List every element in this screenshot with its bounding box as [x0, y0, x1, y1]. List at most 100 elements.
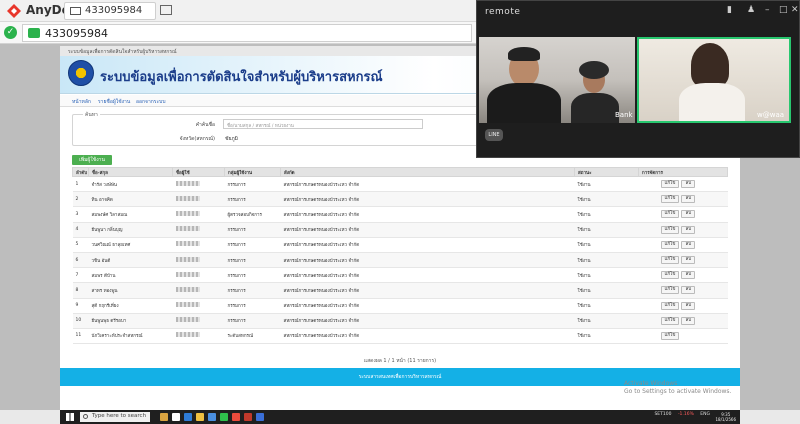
delete-button[interactable]: ลบ — [681, 301, 696, 310]
cell-no: 8 — [72, 282, 89, 299]
participant2-body — [679, 83, 745, 121]
edit-button[interactable]: แก้ไข — [660, 240, 680, 249]
nav-home[interactable]: หน้าหลัก — [72, 98, 91, 106]
redacted-username — [175, 271, 200, 277]
cell-no: 3 — [72, 206, 89, 223]
game-app-icon[interactable] — [160, 413, 168, 421]
pin-icon[interactable]: ▮ — [727, 5, 732, 15]
chrome-icon[interactable] — [232, 413, 240, 421]
edit-button[interactable]: แก้ไข — [660, 195, 680, 204]
cell-status: ใช้งาน — [574, 328, 639, 345]
verified-check-icon: ✓ — [4, 26, 17, 39]
delete-button[interactable]: ลบ — [681, 286, 696, 295]
task-view-icon[interactable] — [172, 413, 180, 421]
cell-status: ใช้งาน — [574, 267, 639, 284]
video-call-window: remote ▮ ♟ – □ ✕ Bank w@waa LINE — [476, 0, 800, 158]
cell-no: 9 — [72, 298, 89, 314]
cell-actions: แก้ไข ลบ — [638, 298, 728, 314]
edit-button[interactable]: แก้ไข — [660, 301, 680, 310]
address-input[interactable]: 433095984 — [22, 24, 472, 42]
cell-actions: แก้ไข ลบ — [638, 252, 728, 269]
edit-button[interactable]: แก้ไข — [660, 271, 680, 280]
edit-button[interactable]: แก้ไข — [660, 180, 680, 189]
taskbar-search-input[interactable]: Type here to search — [80, 412, 150, 422]
nav-users[interactable]: รายชื่อผู้ใช้งาน — [98, 98, 130, 106]
stock-change: -1.16% — [677, 412, 694, 417]
redacted-username — [175, 332, 200, 338]
monitor-icon — [70, 7, 81, 15]
edit-button[interactable]: แก้ไข — [660, 210, 680, 219]
cell-group: กรรมการ — [224, 282, 281, 299]
cell-actions: แก้ไข ลบ — [638, 191, 728, 208]
windows-start-icon[interactable] — [66, 413, 74, 421]
session-tab[interactable]: 433095984 — [64, 2, 156, 20]
cell-org: สหกรณ์การเกษตรหนองบัวระเหว จำกัด — [280, 298, 575, 314]
cell-username — [172, 206, 225, 223]
cell-username — [172, 298, 225, 314]
nav-logout[interactable]: ออกจากระบบ — [136, 98, 166, 106]
cell-group: กรรมการ — [224, 267, 281, 284]
taskbar-clock[interactable]: 9:35 18/1/2566 — [715, 412, 736, 422]
participant2-name: w@waa — [757, 111, 785, 119]
participant1-body — [487, 83, 561, 123]
cell-username — [172, 282, 225, 299]
cell-actions: แก้ไข ลบ — [638, 282, 728, 299]
cell-name: สาทร ทองพูน — [88, 282, 173, 299]
cell-status: ใช้งาน — [574, 282, 639, 299]
search-icon — [83, 414, 88, 419]
new-session-icon[interactable] — [160, 5, 172, 15]
cell-group: กรรมการ — [224, 237, 281, 253]
edit-button[interactable]: แก้ไข — [660, 256, 680, 265]
keyword-input[interactable]: ชื่อ/นามสกุล / สหกรณ์ / หน่วยงาน — [223, 119, 423, 129]
col-name: ชื่อ-สกุล — [88, 167, 173, 177]
minimize-icon[interactable]: – — [765, 5, 770, 15]
line-app-icon[interactable] — [220, 413, 228, 421]
delete-button[interactable]: ลบ — [681, 180, 696, 189]
site-title: ระบบข้อมูลเพื่อการตัดสินใจสำหรับผู้บริหา… — [100, 70, 383, 85]
close-icon[interactable]: ✕ — [791, 5, 799, 15]
taskbar-search-placeholder: Type here to search — [92, 413, 147, 419]
cell-username — [172, 222, 225, 238]
delete-button[interactable]: ลบ — [681, 316, 696, 325]
users-table: ลำดับ ชื่อ-สกุล ชื่อผู้ใช้ กลุ่มผู้ใช้งา… — [72, 167, 728, 345]
participant-video-2[interactable]: w@waa — [637, 37, 791, 123]
edit-button[interactable]: แก้ไข — [660, 331, 680, 340]
col-status: สถานะ — [574, 167, 639, 177]
delete-button[interactable]: ลบ — [681, 210, 696, 219]
redacted-username — [175, 195, 200, 201]
redacted-username — [175, 302, 200, 308]
edge-browser-icon[interactable] — [184, 413, 192, 421]
edit-button[interactable]: แก้ไข — [660, 286, 680, 295]
table-row: 1 จำรัส วงษ์ษัน กรรมการ สหกรณ์การเกษตรหนองบ… — [72, 176, 728, 193]
edit-button[interactable]: แก้ไข — [660, 225, 680, 234]
province-select[interactable]: ชัยภูมิ — [225, 135, 238, 143]
language-indicator[interactable]: ENG — [700, 412, 710, 417]
delete-button[interactable]: ลบ — [681, 225, 696, 234]
notification-icon[interactable]: ♟ — [747, 5, 755, 15]
delete-button[interactable]: ลบ — [681, 195, 696, 204]
cell-actions: แก้ไข ลบ — [638, 176, 728, 193]
file-explorer-icon[interactable] — [196, 413, 204, 421]
delete-button[interactable]: ลบ — [681, 271, 696, 280]
redacted-username — [175, 180, 200, 186]
cell-status: ใช้งาน — [574, 191, 639, 208]
cell-org: สหกรณ์การเกษตรหนองบัวระเหว จำกัด — [280, 328, 575, 345]
anydesk-taskbar-icon[interactable] — [244, 413, 252, 421]
redacted-username — [175, 256, 200, 262]
delete-button[interactable]: ลบ — [681, 240, 696, 249]
word-icon[interactable] — [256, 413, 264, 421]
delete-button[interactable]: ลบ — [681, 256, 696, 265]
participant1-hair — [508, 47, 540, 61]
participant2-hair — [691, 43, 729, 87]
cell-no: 2 — [72, 191, 89, 208]
video-call-title: remote — [485, 7, 521, 17]
cell-status: ใช้งาน — [574, 313, 639, 329]
cell-name: วนศวิณณ์ ธาลุยเทศ — [88, 237, 173, 253]
participant-video-1[interactable]: Bank — [479, 37, 635, 123]
maximize-icon[interactable]: □ — [779, 5, 788, 15]
add-user-button[interactable]: เพิ่มผู้ใช้งาน — [72, 155, 112, 165]
edit-button[interactable]: แก้ไข — [660, 316, 680, 325]
redacted-username — [175, 286, 200, 292]
cell-no: 7 — [72, 267, 89, 284]
store-icon[interactable] — [208, 413, 216, 421]
